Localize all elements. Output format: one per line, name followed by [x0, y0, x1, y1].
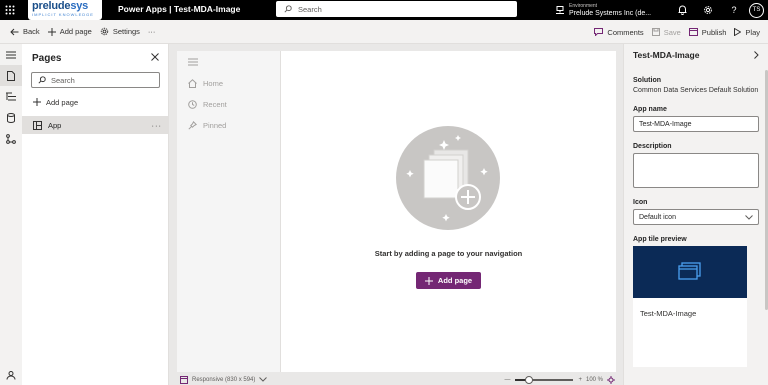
plus-icon — [47, 27, 56, 36]
clock-icon — [188, 100, 197, 109]
notifications-icon[interactable] — [669, 0, 695, 20]
nav-item-home[interactable]: Home — [177, 73, 280, 94]
solution-value: Common Data Services Default Solution — [633, 87, 759, 94]
chevron-right-icon[interactable] — [754, 51, 759, 59]
properties-panel: Test-MDA-Image Solution Common Data Serv… — [623, 44, 768, 385]
plus-icon — [424, 276, 433, 285]
tile-app-name: Test-MDA-Image — [640, 309, 697, 318]
empty-pages-illustration — [396, 126, 500, 230]
device-icon — [180, 375, 188, 384]
company-logo[interactable]: preludesys IMPLICIT KNOWLEDGE — [28, 0, 102, 20]
chevron-down-icon — [259, 377, 268, 382]
add-page-button[interactable]: Add page — [416, 272, 481, 289]
avatar[interactable]: TS — [749, 2, 764, 18]
pages-panel-title: Pages — [32, 52, 62, 64]
save-button[interactable]: Save — [648, 20, 685, 44]
data-rail-icon[interactable] — [0, 107, 22, 128]
app-launcher-icon[interactable] — [0, 0, 20, 20]
left-rail — [0, 44, 22, 385]
app-name-field[interactable]: Test-MDA-Image — [633, 116, 759, 132]
play-button[interactable]: Play — [730, 20, 764, 44]
pages-search-input[interactable]: Search — [31, 72, 160, 88]
environment-icon — [556, 6, 564, 14]
hamburger-menu-icon[interactable] — [0, 44, 22, 65]
pages-rail-icon[interactable] — [0, 65, 22, 86]
global-search-input[interactable]: Search — [276, 1, 517, 17]
pin-icon — [188, 121, 197, 130]
help-icon[interactable]: ? — [721, 0, 747, 20]
automation-rail-icon[interactable] — [0, 128, 22, 149]
gear-icon — [100, 27, 109, 36]
chevron-down-icon — [745, 214, 753, 220]
app-name-label: App name — [633, 106, 667, 113]
close-icon[interactable] — [151, 53, 159, 63]
comment-icon — [594, 28, 604, 36]
canvas-status-bar: Responsive (830 x 594) — + 100 % — [169, 374, 623, 385]
zoom-slider[interactable] — [515, 375, 574, 384]
nav-item-recent[interactable]: Recent — [177, 94, 280, 115]
command-bar: Back Add page Settings ··· Comments Save… — [0, 20, 768, 44]
zoom-out-button[interactable]: — — [504, 377, 510, 383]
hamburger-menu-icon[interactable] — [177, 51, 280, 73]
app-icon — [678, 262, 701, 280]
save-icon — [651, 28, 660, 36]
back-arrow-icon — [10, 28, 19, 35]
fit-to-screen-icon[interactable] — [607, 375, 615, 384]
empty-state-message: Start by adding a page to your navigatio… — [374, 249, 523, 258]
more-commands-button[interactable]: ··· — [144, 20, 160, 44]
environment-picker[interactable]: Environment Prelude Systems Inc (de... — [555, 0, 651, 20]
zoom-in-button[interactable]: + — [578, 377, 582, 383]
canvas-area: Home Recent Pinned Start by adding a pag… — [169, 44, 623, 385]
nav-item-pinned[interactable]: Pinned — [177, 115, 280, 136]
description-field[interactable] — [633, 153, 759, 188]
comments-button[interactable]: Comments — [590, 20, 647, 44]
gear-icon[interactable] — [695, 0, 721, 20]
solution-label: Solution — [633, 77, 661, 84]
search-icon — [284, 5, 292, 13]
publish-button[interactable]: Publish — [685, 20, 731, 44]
icon-label: Icon — [633, 199, 648, 206]
navigation-rail-icon[interactable] — [0, 86, 22, 107]
account-rail-icon[interactable] — [0, 364, 22, 385]
add-page-link[interactable]: Add page — [22, 92, 168, 112]
app-title: Power Apps | Test-MDA-Image — [118, 4, 241, 14]
plus-icon — [33, 98, 41, 106]
empty-state: Start by adding a page to your navigatio… — [281, 51, 616, 372]
responsive-dropdown[interactable]: Responsive (830 x 594) — [180, 375, 271, 384]
tile-preview-label: App tile preview — [633, 236, 687, 243]
add-page-command-button[interactable]: Add page — [44, 20, 96, 44]
zoom-percent: 100 % — [585, 376, 603, 383]
app-nav-pane: Home Recent Pinned — [177, 51, 281, 372]
zoom-slider-thumb[interactable] — [524, 375, 533, 384]
publish-icon — [688, 28, 698, 36]
pages-panel: Pages Search Add page App ··· — [22, 44, 169, 385]
home-icon — [188, 79, 197, 88]
settings-button[interactable]: Settings — [96, 20, 144, 44]
app-navigation-icon — [33, 120, 42, 130]
page-list-item[interactable]: App ··· — [22, 116, 168, 134]
search-icon — [38, 76, 46, 84]
page-more-options-button[interactable]: ··· — [152, 121, 163, 130]
properties-title: Test-MDA-Image — [633, 50, 700, 60]
play-icon — [734, 28, 742, 36]
app-tile-preview: Test-MDA-Image — [633, 246, 747, 367]
top-bar: preludesys IMPLICIT KNOWLEDGE Power Apps… — [0, 0, 768, 20]
app-preview: Home Recent Pinned Start by adding a pag… — [177, 51, 616, 372]
back-button[interactable]: Back — [6, 20, 44, 44]
icon-dropdown[interactable]: Default icon — [633, 209, 759, 225]
description-label: Description — [633, 143, 672, 150]
